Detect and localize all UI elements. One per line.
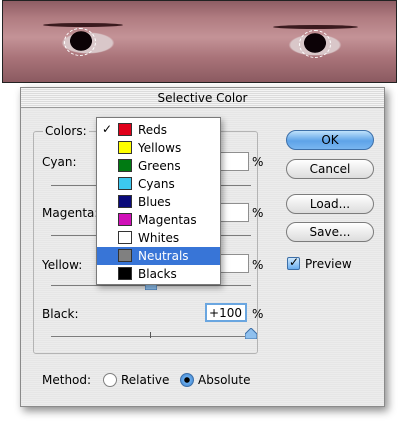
color-swatch xyxy=(118,177,132,190)
checkmark-icon: ✓ xyxy=(289,255,300,269)
colors-menu: ✓ Reds Yellows Greens Cyans Blues Magentas Whit… xyxy=(96,117,221,285)
color-swatch xyxy=(118,231,132,244)
preview-label[interactable]: Preview xyxy=(305,257,352,271)
color-swatch xyxy=(118,249,132,262)
color-swatch xyxy=(118,267,132,280)
black-slider-track[interactable] xyxy=(51,336,251,337)
menu-item-neutrals[interactable]: Neutrals xyxy=(97,247,220,265)
menu-item-label: Greens xyxy=(138,159,181,173)
menu-item-whites[interactable]: Whites xyxy=(97,229,220,247)
black-percent: % xyxy=(252,307,264,321)
relative-radio[interactable] xyxy=(103,373,117,387)
absolute-label[interactable]: Absolute xyxy=(198,373,250,387)
absolute-radio[interactable] xyxy=(180,373,194,387)
menu-item-cyans[interactable]: Cyans xyxy=(97,175,220,193)
black-field[interactable]: +100 xyxy=(205,303,247,322)
menu-item-label: Cyans xyxy=(138,177,175,191)
menu-item-label: Neutrals xyxy=(138,249,189,263)
cyan-percent: % xyxy=(252,155,264,169)
menu-item-greens[interactable]: Greens xyxy=(97,157,220,175)
relative-label[interactable]: Relative xyxy=(121,373,169,387)
menu-item-label: Magentas xyxy=(138,213,197,227)
menu-item-label: Blacks xyxy=(138,267,177,281)
left-eye-selection xyxy=(64,28,96,56)
cancel-button[interactable]: Cancel xyxy=(286,159,374,179)
magenta-label: Magenta: xyxy=(42,206,99,220)
menu-item-blues[interactable]: Blues xyxy=(97,193,220,211)
menu-item-reds[interactable]: ✓ Reds xyxy=(97,121,220,139)
black-slider-thumb[interactable] xyxy=(245,328,257,339)
method-label: Method: xyxy=(42,373,92,387)
ok-button[interactable]: OK xyxy=(286,130,374,150)
menu-item-blacks[interactable]: Blacks xyxy=(97,265,220,283)
color-swatch xyxy=(118,213,132,226)
menu-item-magentas[interactable]: Magentas xyxy=(97,211,220,229)
black-label: Black: xyxy=(42,307,79,321)
left-lash xyxy=(43,23,123,27)
color-swatch xyxy=(118,159,132,172)
menu-item-label: Yellows xyxy=(138,141,182,155)
right-eye-selection xyxy=(299,30,331,58)
color-swatch xyxy=(118,123,132,136)
preview-photo xyxy=(2,0,397,83)
preview-checkbox[interactable]: ✓ xyxy=(287,255,300,270)
black-slider-center-tick xyxy=(150,332,151,338)
save-button[interactable]: Save... xyxy=(286,222,374,242)
dialog-title: Selective Color xyxy=(21,88,384,108)
checkmark-icon: ✓ xyxy=(102,122,113,136)
magenta-percent: % xyxy=(252,206,264,220)
menu-item-label: Reds xyxy=(138,123,168,137)
menu-item-yellows[interactable]: Yellows xyxy=(97,139,220,157)
menu-item-label: Whites xyxy=(138,231,180,245)
yellow-label: Yellow: xyxy=(42,258,83,272)
cyan-label: Cyan: xyxy=(42,155,77,169)
colors-label: Colors: xyxy=(43,124,89,138)
load-button[interactable]: Load... xyxy=(286,194,374,214)
menu-item-label: Blues xyxy=(138,195,171,209)
color-swatch xyxy=(118,141,132,154)
right-lash xyxy=(273,25,358,29)
yellow-percent: % xyxy=(252,258,264,272)
color-swatch xyxy=(118,195,132,208)
